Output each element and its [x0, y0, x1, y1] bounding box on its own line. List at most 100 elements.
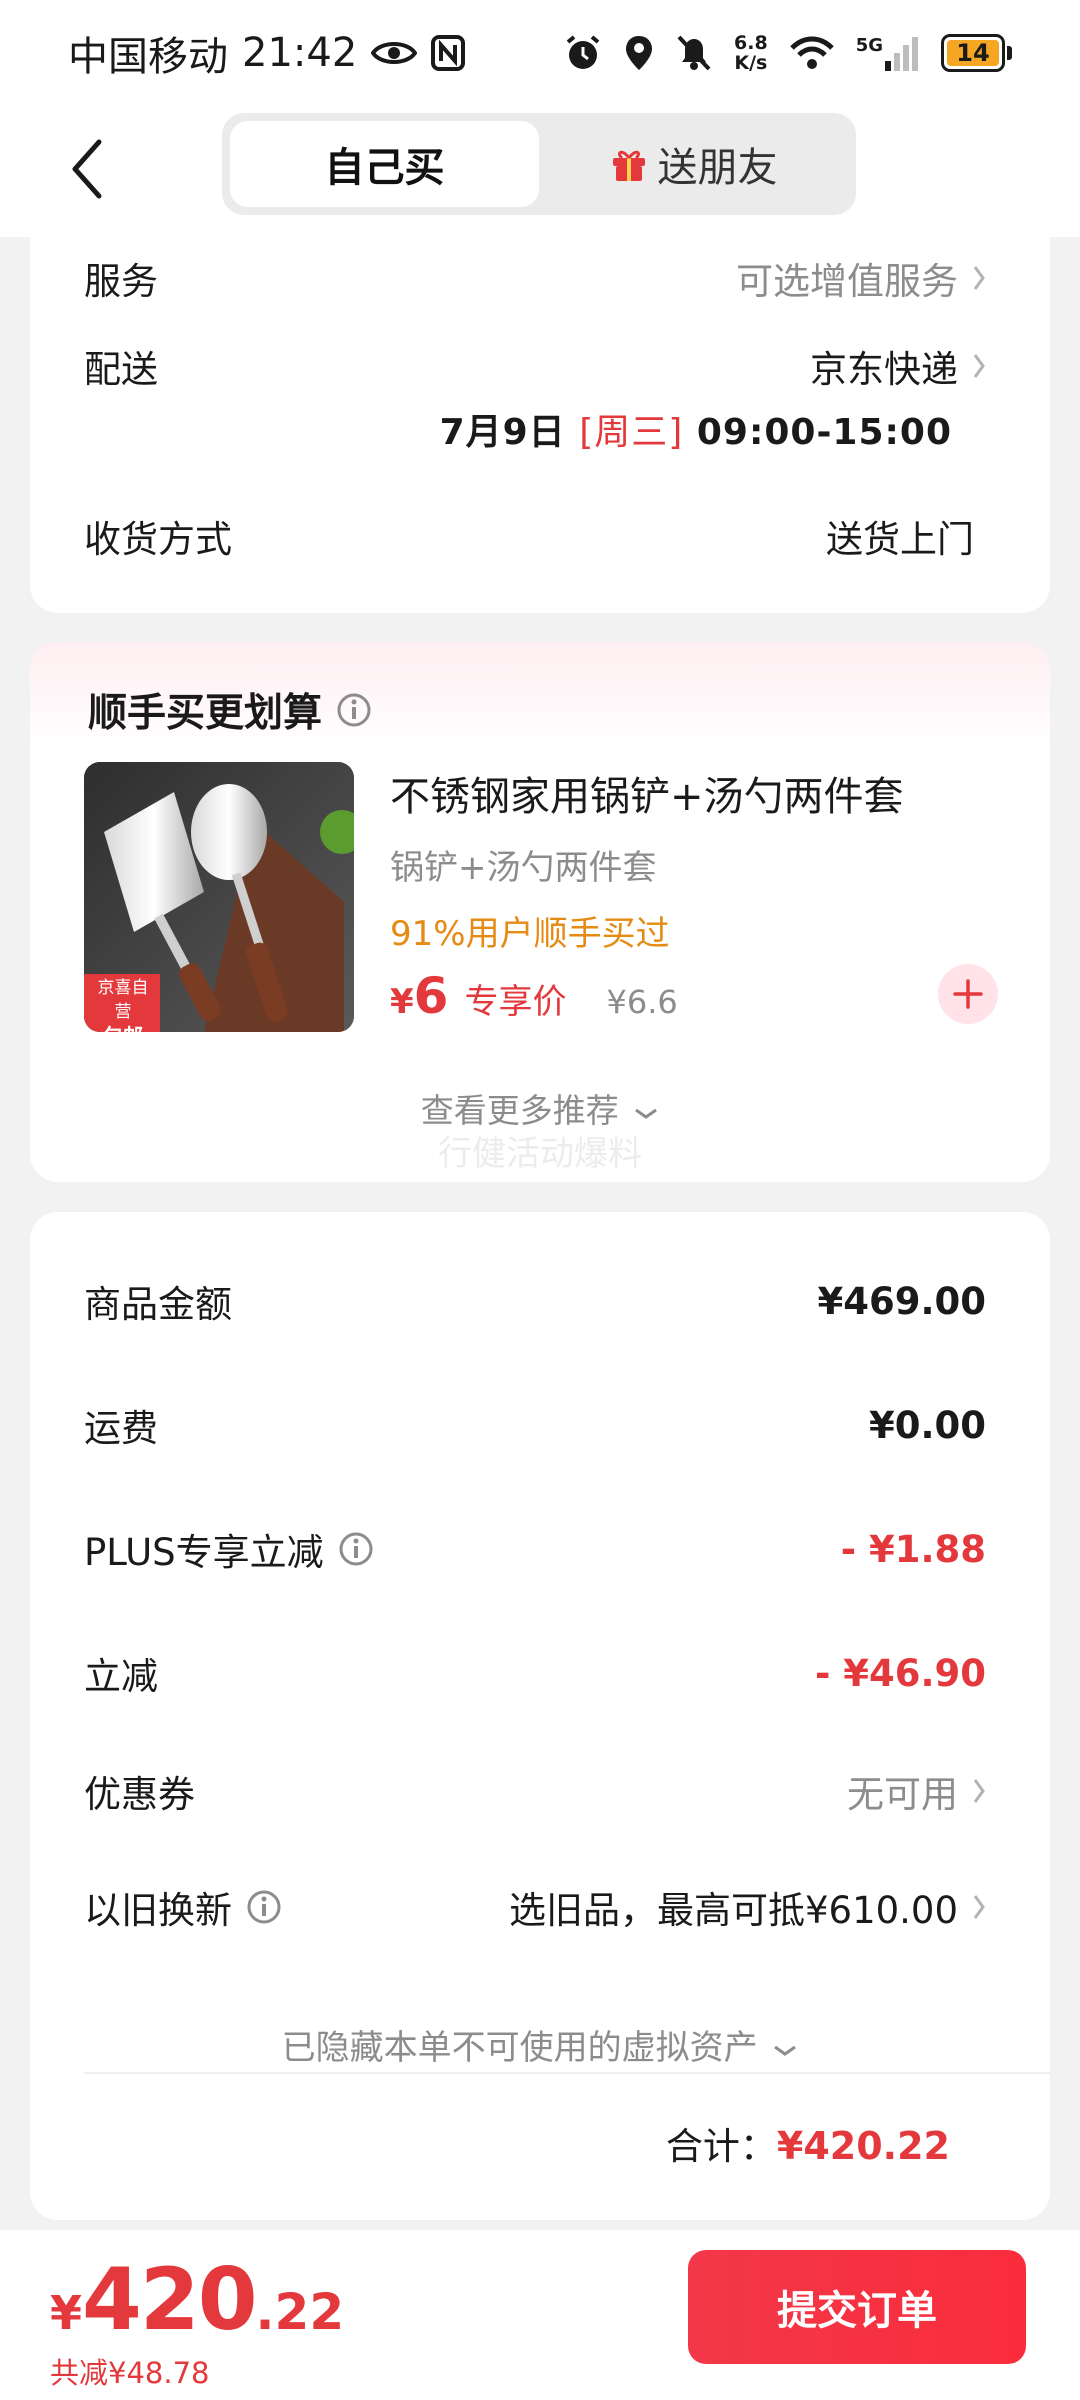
eye-icon: [371, 38, 418, 68]
delivery-carrier: 京东快递: [810, 348, 958, 391]
delivery-row[interactable]: 配送 京东快递: [84, 339, 986, 393]
gift-icon: [610, 145, 648, 183]
bell-muted-icon: [676, 34, 712, 72]
summary-row-plus-discount: PLUS专享立减 - ¥1.88: [84, 1522, 986, 1576]
network-speed-unit: K/s: [734, 51, 768, 74]
service-row[interactable]: 服务 可选增值服务: [84, 251, 986, 305]
delivery-value: 京东快递: [810, 339, 986, 393]
battery-icon: 14: [941, 33, 1012, 72]
pay-amount-integer: 420: [82, 2250, 258, 2350]
delivery-label: 配送: [84, 348, 158, 391]
product-price-currency: ¥: [390, 982, 414, 1022]
product-price: 6: [413, 967, 449, 1025]
coupon-value: 无可用: [847, 1764, 986, 1818]
shipping-label: 运费: [84, 1407, 158, 1450]
summary-row-coupon[interactable]: 优惠券 无可用: [84, 1764, 986, 1818]
summary-row-shipping: 运费 ¥0.00: [84, 1398, 986, 1452]
service-label: 服务: [84, 260, 158, 303]
tab-gift-friend-label: 送朋友: [657, 145, 778, 191]
delivery-date: 7月9日: [439, 412, 566, 453]
product-subtitle: 锅铲+汤勺两件套: [390, 848, 657, 888]
watermark: 行健活动爆料: [438, 1134, 642, 1174]
network-type: 5G: [855, 34, 883, 56]
delivery-time: 7月9日 [周三] 09:00-15:00: [440, 403, 952, 455]
product-bought-rate: 91%用户顺手买过: [390, 914, 670, 954]
goods-amount-label: 商品金额: [84, 1283, 232, 1326]
total-saved: 共减¥48.78: [50, 2356, 210, 2390]
plus-discount-value: - ¥1.88: [840, 1527, 986, 1571]
tab-gift-friend[interactable]: 送朋友: [539, 121, 848, 207]
chevron-down-icon: [774, 2045, 797, 2056]
receive-method-row: 收货方式 送货上门: [84, 509, 986, 563]
product-image[interactable]: 京喜自营 包邮: [84, 762, 354, 1032]
pay-amount-currency: ¥: [50, 2286, 83, 2340]
pay-amount: ¥ 420 .22: [50, 2250, 344, 2350]
submit-order-button[interactable]: 提交订单: [688, 2250, 1026, 2364]
checkout-bar: ¥ 420 .22 共减¥48.78 提交订单: [0, 2230, 1080, 2400]
shipping-value: ¥0.00: [868, 1403, 986, 1447]
chevron-right-icon: [972, 352, 986, 380]
hidden-assets-label: 已隐藏本单不可使用的虚拟资产: [281, 2028, 758, 2068]
purchase-mode-switch: 自己买 送朋友: [222, 113, 856, 215]
coupon-label: 优惠券: [84, 1773, 195, 1816]
alarm-icon: [564, 34, 602, 72]
plus-icon: [953, 979, 983, 1009]
product-badge: 京喜自营 包邮: [90, 976, 156, 1032]
total-row: 合计： ¥420.22: [666, 2116, 950, 2170]
info-icon[interactable]: [336, 692, 372, 728]
clock-time: 21:42: [242, 29, 358, 76]
receive-method-value: 送货上门: [826, 518, 974, 561]
product-badge-bottom: 包邮: [90, 1024, 156, 1032]
recommend-card: 顺手买更划算 京喜自营 包邮 不锈钢家用锅铲+汤勺两件套 锅铲+汤勺两件: [30, 642, 1050, 1182]
location-icon: [624, 34, 654, 72]
more-recommend-button[interactable]: 查看更多推荐: [30, 1084, 1050, 1132]
add-to-order-button[interactable]: [938, 964, 998, 1024]
chevron-right-icon: [972, 264, 986, 292]
carrier-name: 中国移动: [68, 33, 228, 80]
recommend-title-text: 顺手买更划算: [88, 691, 323, 736]
chevron-down-icon: [635, 1108, 658, 1119]
trade-in-value-text: 选旧品，最高可抵¥610.00: [508, 1889, 958, 1932]
wifi-icon: [789, 36, 834, 70]
order-info-card: 服务 可选增值服务 配送 京东快递 7月9日 [周三] 09:00-15:00 …: [30, 215, 1050, 613]
total-value: ¥420.22: [776, 2124, 950, 2168]
product-badge-top: 京喜自营: [97, 978, 149, 1022]
nfc-icon: [431, 34, 466, 71]
receive-method-label: 收货方式: [84, 518, 232, 561]
instant-discount-value: - ¥46.90: [814, 1651, 986, 1695]
info-icon[interactable]: [246, 1889, 282, 1925]
tab-self-buy-label: 自己买: [324, 145, 445, 191]
info-icon[interactable]: [338, 1531, 374, 1567]
chevron-left-icon: [72, 139, 102, 199]
coupon-value-text: 无可用: [847, 1773, 958, 1816]
summary-row-trade-in[interactable]: 以旧换新 选旧品，最高可抵¥610.00: [84, 1880, 986, 1934]
pay-amount-decimal: .22: [255, 2283, 345, 2341]
divider: [84, 2072, 1050, 2074]
network-speed: 6.8 K/s: [734, 33, 768, 73]
trade-in-label: 以旧换新: [84, 1889, 232, 1932]
status-bar: 中国移动 21:42 6.8 K/s 5G 14: [0, 0, 1080, 105]
plus-discount-label: PLUS专享立减: [84, 1531, 324, 1574]
service-value-text: 可选增值服务: [736, 260, 958, 303]
chevron-right-icon: [972, 1777, 986, 1805]
product-original-price: ¥6.6: [606, 983, 678, 1021]
price-summary-card: 商品金额 ¥469.00 运费 ¥0.00 PLUS专享立减 - ¥1.88 立…: [30, 1212, 1050, 2220]
hidden-assets-toggle[interactable]: 已隐藏本单不可使用的虚拟资产: [30, 2020, 1050, 2069]
battery-level: 14: [947, 39, 999, 67]
summary-row-instant-discount: 立减 - ¥46.90: [84, 1646, 986, 1700]
delivery-time-range: 09:00-15:00: [696, 412, 952, 453]
more-recommend-label: 查看更多推荐: [420, 1091, 619, 1130]
back-button[interactable]: [52, 129, 122, 209]
submit-order-label: 提交订单: [777, 2288, 937, 2334]
network-speed-value: 6.8: [734, 31, 768, 54]
recommend-title: 顺手买更划算: [88, 682, 372, 738]
instant-discount-label: 立减: [84, 1655, 158, 1698]
tab-self-buy[interactable]: 自己买: [230, 121, 539, 207]
chevron-right-icon: [972, 1893, 986, 1921]
product-name[interactable]: 不锈钢家用锅铲+汤勺两件套: [390, 764, 904, 822]
goods-amount-value: ¥469.00: [817, 1279, 986, 1323]
service-value: 可选增值服务: [736, 251, 986, 305]
product-price-tag: 专享价: [464, 982, 567, 1022]
signal-icon: 5G: [856, 35, 919, 71]
delivery-weekday: [周三]: [579, 412, 684, 453]
